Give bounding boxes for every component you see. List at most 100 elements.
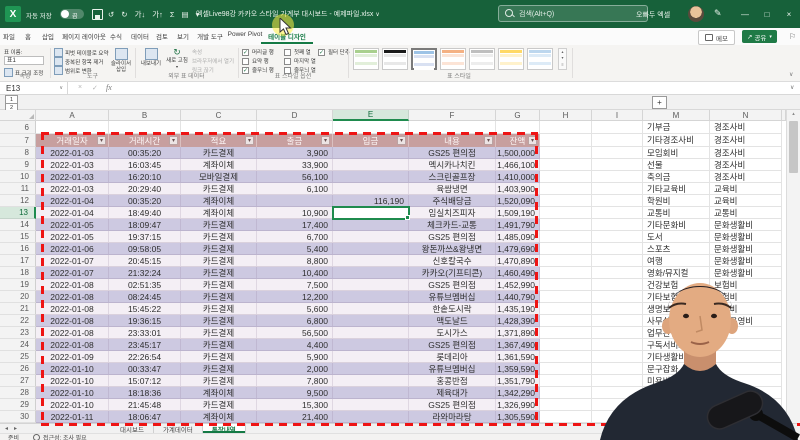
cell-method[interactable]: 계좌이체 xyxy=(181,411,257,422)
cell-date[interactable]: 2022-01-03 xyxy=(36,183,109,194)
cell-date[interactable]: 2022-01-10 xyxy=(36,399,109,410)
ribbon-tab-5[interactable]: 수식 xyxy=(110,31,122,41)
selected-cell[interactable] xyxy=(332,206,410,220)
cell-inc[interactable] xyxy=(333,171,409,182)
cell-date[interactable]: 2022-01-10 xyxy=(36,375,109,386)
cell-method[interactable]: 카드결제 xyxy=(181,219,257,230)
cell-category-group[interactable]: 경조사비 xyxy=(710,121,782,134)
cell-bal[interactable]: 1,359,590 xyxy=(496,363,540,374)
cell-desc[interactable]: 멕시카나치킨 xyxy=(409,159,496,170)
cell-category-group[interactable] xyxy=(540,267,592,279)
ribbon-tab-4[interactable]: 페이지 레이아웃 xyxy=(62,31,106,41)
cell-inc[interactable] xyxy=(333,267,409,278)
cell-time[interactable]: 21:32:24 xyxy=(109,267,181,278)
cell-desc[interactable]: GS25 편의점 xyxy=(409,231,496,242)
sort-asc-icon[interactable]: 가↓ xyxy=(135,9,146,20)
ribbon-tab-2[interactable]: 홈 xyxy=(25,31,31,41)
style-option-1[interactable]: ✓ 머리글 행 xyxy=(242,48,274,56)
cell-desc[interactable]: 롯데리아 xyxy=(409,351,496,362)
cell-inc[interactable] xyxy=(333,387,409,398)
cell-out[interactable]: 21,400 xyxy=(257,411,333,422)
cell-category-group[interactable] xyxy=(592,171,643,183)
row-header-7[interactable]: 7 xyxy=(0,134,36,147)
cell-desc[interactable]: 한솥도시락 xyxy=(409,303,496,314)
column-header-D[interactable]: D xyxy=(257,110,333,121)
table-row[interactable]: 2022-01-03 00:35:20 카드결제 3,900 GS25 편의점 1,500… xyxy=(36,147,540,159)
cell-inc[interactable] xyxy=(333,399,409,410)
table-header-5[interactable]: 입금 ▾ xyxy=(333,134,409,147)
cell-bal[interactable]: 1,435,190 xyxy=(496,303,540,314)
cell-bal[interactable]: 1,351,790 xyxy=(496,375,540,386)
cell-date[interactable]: 2022-01-04 xyxy=(36,207,109,218)
table-row[interactable]: 2022-01-10 15:07:12 카드결제 7,800 홍콩반점 1,351,790 xyxy=(36,375,540,387)
cell-category-group[interactable] xyxy=(540,183,592,195)
ribbon-tab-10[interactable]: Power Pivot xyxy=(228,31,263,38)
row-header-17[interactable]: 17 xyxy=(0,255,36,267)
cell-desc[interactable]: 유튜브멤버십 xyxy=(409,291,496,302)
row-header-28[interactable]: 28 xyxy=(0,387,36,399)
column-header-F[interactable]: F xyxy=(409,110,496,121)
autosum-icon[interactable]: Σ xyxy=(170,10,175,19)
cell-date[interactable]: 2022-01-04 xyxy=(36,195,109,206)
row-header-15[interactable]: 15 xyxy=(0,231,36,243)
table-row[interactable]: 2022-01-08 23:33:01 카드결제 56,500 도시가스 1,371,89… xyxy=(36,327,540,339)
table-style-orange[interactable] xyxy=(440,48,466,70)
selected-column-header[interactable]: E xyxy=(333,110,409,121)
row-header-11[interactable]: 11 xyxy=(0,183,36,195)
cell-desc[interactable]: 왕돈까쓰&왕냉면 xyxy=(409,243,496,254)
cell-category-group[interactable]: 경조사비 xyxy=(710,147,782,159)
checkbox-icon[interactable] xyxy=(284,48,291,56)
cell-category-group[interactable]: 교육비 xyxy=(710,195,782,207)
row-header-12[interactable]: 12 xyxy=(0,195,36,207)
cell-inc[interactable] xyxy=(333,147,409,158)
cell-bal[interactable]: 1,491,790 xyxy=(496,219,540,230)
cell-inc[interactable] xyxy=(333,159,409,170)
cell-category[interactable]: 모임회비 xyxy=(643,147,710,159)
filter-icon[interactable]: ▾ xyxy=(97,136,106,145)
cell-date[interactable]: 2022-01-08 xyxy=(36,303,109,314)
cell-out[interactable]: 9,500 xyxy=(257,387,333,398)
table-row[interactable]: 2022-01-07 20:45:15 카드결제 8,800 신호칼국수 1,470,89… xyxy=(36,255,540,267)
column-header-N[interactable]: N xyxy=(710,110,782,121)
cell-method[interactable]: 카드결제 xyxy=(181,243,257,254)
cell-method[interactable]: 카드결제 xyxy=(181,363,257,374)
cell-category-group[interactable] xyxy=(540,387,592,399)
cell-out[interactable]: 12,200 xyxy=(257,291,333,302)
search-box[interactable]: 검색(Alt+Q) xyxy=(498,5,648,22)
cell-time[interactable]: 20:29:40 xyxy=(109,183,181,194)
tools-button-1[interactable]: 피벗 테이블로 요약 xyxy=(54,48,109,57)
cell-inc[interactable] xyxy=(333,339,409,350)
enter-icon[interactable]: ✓ xyxy=(92,84,98,92)
cell-category-group[interactable]: 교통비 xyxy=(710,207,782,219)
cell-category-group[interactable] xyxy=(540,315,592,327)
cell-inc[interactable] xyxy=(333,279,409,290)
cell-category[interactable]: 도서 xyxy=(643,231,710,243)
ribbon-tab-9[interactable]: 개발 도구 xyxy=(197,31,223,41)
cell-out[interactable]: 6,700 xyxy=(257,231,333,242)
cell-desc[interactable]: GS25 편의점 xyxy=(409,339,496,350)
cell-out[interactable]: 10,900 xyxy=(257,207,333,218)
cell-time[interactable]: 00:33:47 xyxy=(109,363,181,374)
cell-out[interactable]: 4,400 xyxy=(257,339,333,350)
cell-category-group[interactable] xyxy=(592,147,643,159)
cell-date[interactable]: 2022-01-08 xyxy=(36,291,109,302)
cell-method[interactable]: 카드결제 xyxy=(181,375,257,386)
cell-bal[interactable]: 1,479,690 xyxy=(496,243,540,254)
cell-category-group[interactable] xyxy=(540,147,592,159)
table-row[interactable]: 2022-01-05 19:37:15 카드결제 6,700 GS25 편의점 1,485… xyxy=(36,231,540,243)
cell-bal[interactable]: 1,342,290 xyxy=(496,387,540,398)
table-style-black[interactable] xyxy=(382,48,408,70)
cell-out[interactable] xyxy=(257,195,333,206)
cell-method[interactable]: 계좌이체 xyxy=(181,207,257,218)
cell-time[interactable]: 00:35:20 xyxy=(109,147,181,158)
cell-method[interactable]: 카드결제 xyxy=(181,255,257,266)
outline-expand-button[interactable]: + xyxy=(652,96,667,109)
cell-inc[interactable] xyxy=(333,231,409,242)
selected-row-header[interactable]: 13 xyxy=(0,207,36,219)
row-header-27[interactable]: 27 xyxy=(0,375,36,387)
column-header-C[interactable]: C xyxy=(181,110,257,121)
cell-time[interactable]: 15:07:12 xyxy=(109,375,181,386)
cell-desc[interactable]: 유튜브멤버십 xyxy=(409,363,496,374)
row-header-10[interactable]: 10 xyxy=(0,171,36,183)
table-row[interactable]: 2022-01-07 21:32:24 카드결제 10,400 카카오(기프티콘) 1,4… xyxy=(36,267,540,279)
